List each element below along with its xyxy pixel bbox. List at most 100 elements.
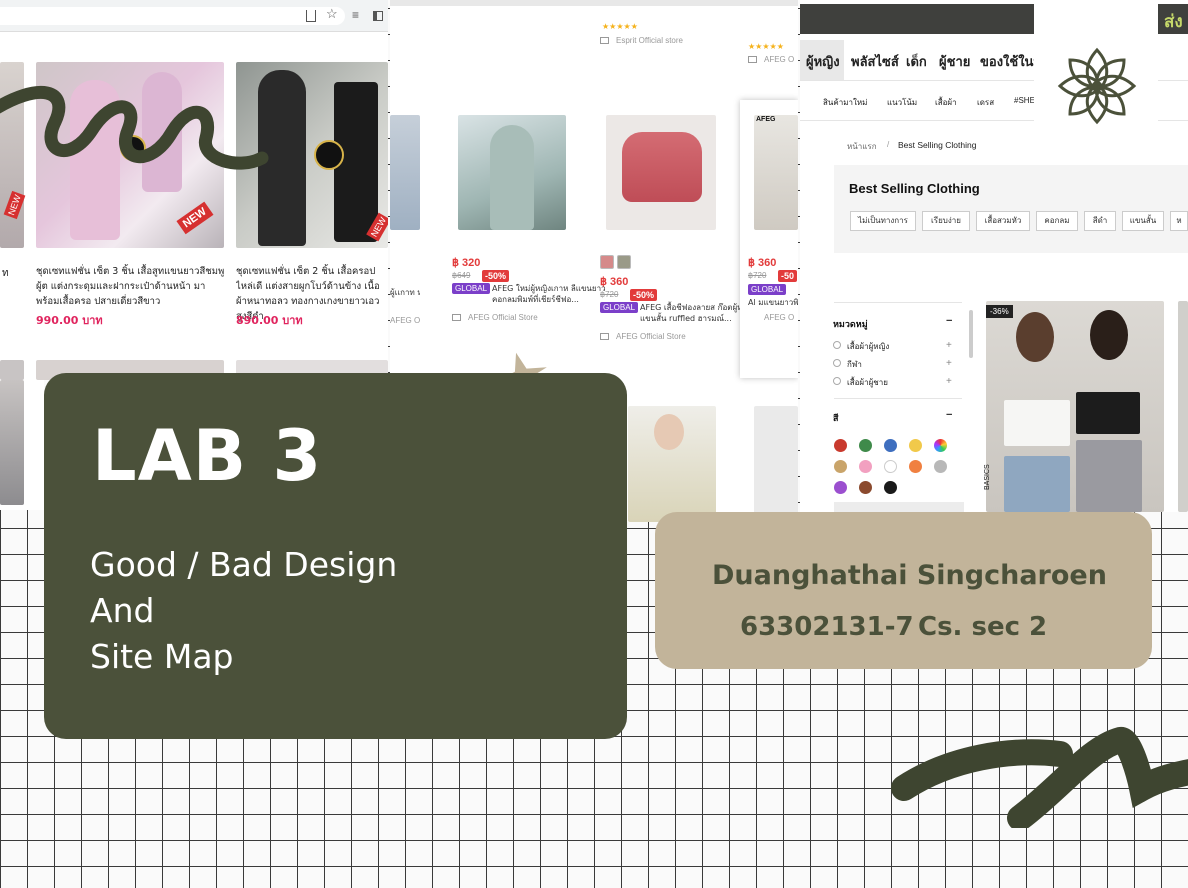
product-image-partial[interactable] [390,115,420,230]
color-swatch[interactable] [600,255,614,269]
author-name: Duanghathai Singcharoen [712,560,1107,591]
category-heading: หมวดหมู่ [833,320,868,330]
brush-swirl-decoration [0,85,269,170]
category-radio[interactable] [833,377,841,385]
page-title: Best Selling Clothing [849,181,980,196]
nav-women-active[interactable]: ผู้หญิง [806,51,840,72]
product-title-partial[interactable]: ผู้เเกาท หมาย ... [390,286,420,299]
sidebar-icon[interactable] [373,11,383,21]
nav-home[interactable]: ของใช้ในบ้ [980,51,1036,72]
category-women-clothing[interactable]: เสื้อผ้าผู้หญิง [847,340,889,353]
store-name[interactable]: AFEG O [764,313,794,322]
subnav-clothing[interactable]: เสื้อผ้า [935,96,957,109]
screenshot-fashion-store-bottom [0,380,44,510]
discount-badge: -50 [778,270,798,282]
product-image-row2[interactable] [0,360,24,380]
model-face [654,414,684,450]
jeans [1004,456,1070,512]
store-name[interactable]: AFEG O [764,55,794,64]
color-swatch[interactable] [934,460,947,473]
filter-chip-short-sleeve[interactable]: แขนสั้น [1122,211,1164,231]
subnav-trend[interactable]: แนวโน้ม [887,96,917,109]
color-swatch[interactable] [834,460,847,473]
color-swatch[interactable] [934,439,947,452]
color-swatch[interactable] [909,439,922,452]
subnav-she[interactable]: #SHE [1014,96,1036,105]
black-tube-top [1076,392,1140,434]
color-swatch[interactable] [617,255,631,269]
product-price: ฿ 360 [748,257,777,269]
global-tag: GLOBAL [452,283,491,294]
color-swatch[interactable] [884,481,897,494]
filter-chip-black[interactable]: สีดำ [1084,211,1116,231]
category-radio[interactable] [833,341,841,349]
category-sports[interactable]: กีฬา [847,358,862,371]
brush-stroke-decoration [891,727,1188,828]
color-swatch[interactable] [909,460,922,473]
product-image-partial[interactable] [1178,301,1188,512]
breadcrumb-home[interactable]: หน้าแรก [847,140,877,153]
filter-chip-casual[interactable]: ไม่เป็นทางการ [850,211,916,231]
model-figure [490,125,534,230]
color-swatch[interactable] [884,439,897,452]
nav-plus-size[interactable]: พลัสไซส์ [851,51,899,72]
model-head [1016,312,1054,362]
store-icon [600,333,609,340]
expand-icon[interactable]: + [946,358,952,369]
global-tag: GLOBAL [600,302,639,313]
collapse-icon[interactable]: − [946,315,952,327]
store-name[interactable]: AFEG Official Store [616,332,686,341]
product-title[interactable]: Al มแขนยาวพิมพ์ [748,296,798,309]
category-radio[interactable] [833,359,841,367]
product-image-row2[interactable] [754,406,798,522]
product-title[interactable]: ชุดเซทแฟชั่น เซ็ต 3 ชิ้น เสื้อสูทแขนยาวส… [36,264,228,309]
color-swatch[interactable] [859,481,872,494]
color-swatch[interactable] [884,460,897,473]
color-swatch[interactable] [834,481,847,494]
subnav-dress[interactable]: เดรส [977,96,994,109]
color-swatch[interactable] [859,460,872,473]
nav-men[interactable]: ผู้ชาย [939,51,970,72]
category-men-clothing[interactable]: เสื้อผ้าผู้ชาย [847,376,888,389]
original-price: ฿720 [600,290,619,299]
subnav-new[interactable]: สินค้ามาใหม่ [823,96,867,109]
expand-icon[interactable]: + [946,340,952,351]
screenshot-shein: ส่ง ผู้หญิง ผู้หญิง พลัสไซส์ เด็ก ผู้ชาย… [800,0,1188,512]
filter-chip-pullover[interactable]: เสื้อสวมหัว [976,211,1030,231]
subtitle-line-1: Good / Bad Design [90,545,398,584]
slide: ☆ ≡ NEW ท NEW ชุดเซทแฟชั่น เซ็ต 3 ชิ้น เ… [0,0,1188,888]
filter-chip-crew-neck[interactable]: คอกลม [1036,211,1078,231]
top-banner-text[interactable]: ส่ง [1164,8,1183,35]
name-card: Duanghathai Singcharoen 63302131-7 Cs. s… [655,512,1152,669]
product-title[interactable]: AFEG ใหม่ผู้หญิงเกาห ลีแขนยาวคอกลมพิมพ์ท… [492,283,612,305]
color-swatch[interactable] [834,439,847,452]
show-more-bar[interactable] [834,502,964,512]
collapse-icon[interactable]: − [946,409,952,421]
browser-toolbar [390,0,798,6]
color-heading: สี [833,414,839,424]
grey-joggers [1076,440,1142,512]
store-name[interactable]: Esprit Official store [616,36,683,45]
browser-address-bar[interactable] [0,7,345,25]
store-name[interactable]: AFEG Official Store [468,313,538,322]
expand-icon[interactable]: + [946,376,952,387]
queue-icon[interactable]: ≡ [352,8,359,22]
product-image-white-blouse[interactable] [754,115,798,230]
store-name[interactable]: AFEG O [390,316,420,325]
color-swatch[interactable] [859,439,872,452]
star-icon[interactable]: ☆ [326,6,338,22]
brand-label: AFEG [756,116,776,123]
product-image-row2[interactable] [0,380,24,505]
lotus-logo-icon [1057,47,1137,125]
white-tube-top [1004,400,1070,446]
share-icon[interactable] [306,10,316,22]
sidebar-scrollbar[interactable] [969,310,973,358]
model-head [1090,310,1128,360]
breadcrumb-separator: / [887,140,890,149]
nav-kids[interactable]: เด็ก [906,51,927,72]
rating-stars-icon: ★★★★★ [748,42,784,51]
product-price: 990.00 บาท [36,314,103,327]
product-price: ฿ 320 [452,257,481,269]
filter-chip-more[interactable]: ห [1170,211,1188,231]
filter-chip-simple[interactable]: เรียบง่าย [922,211,970,231]
